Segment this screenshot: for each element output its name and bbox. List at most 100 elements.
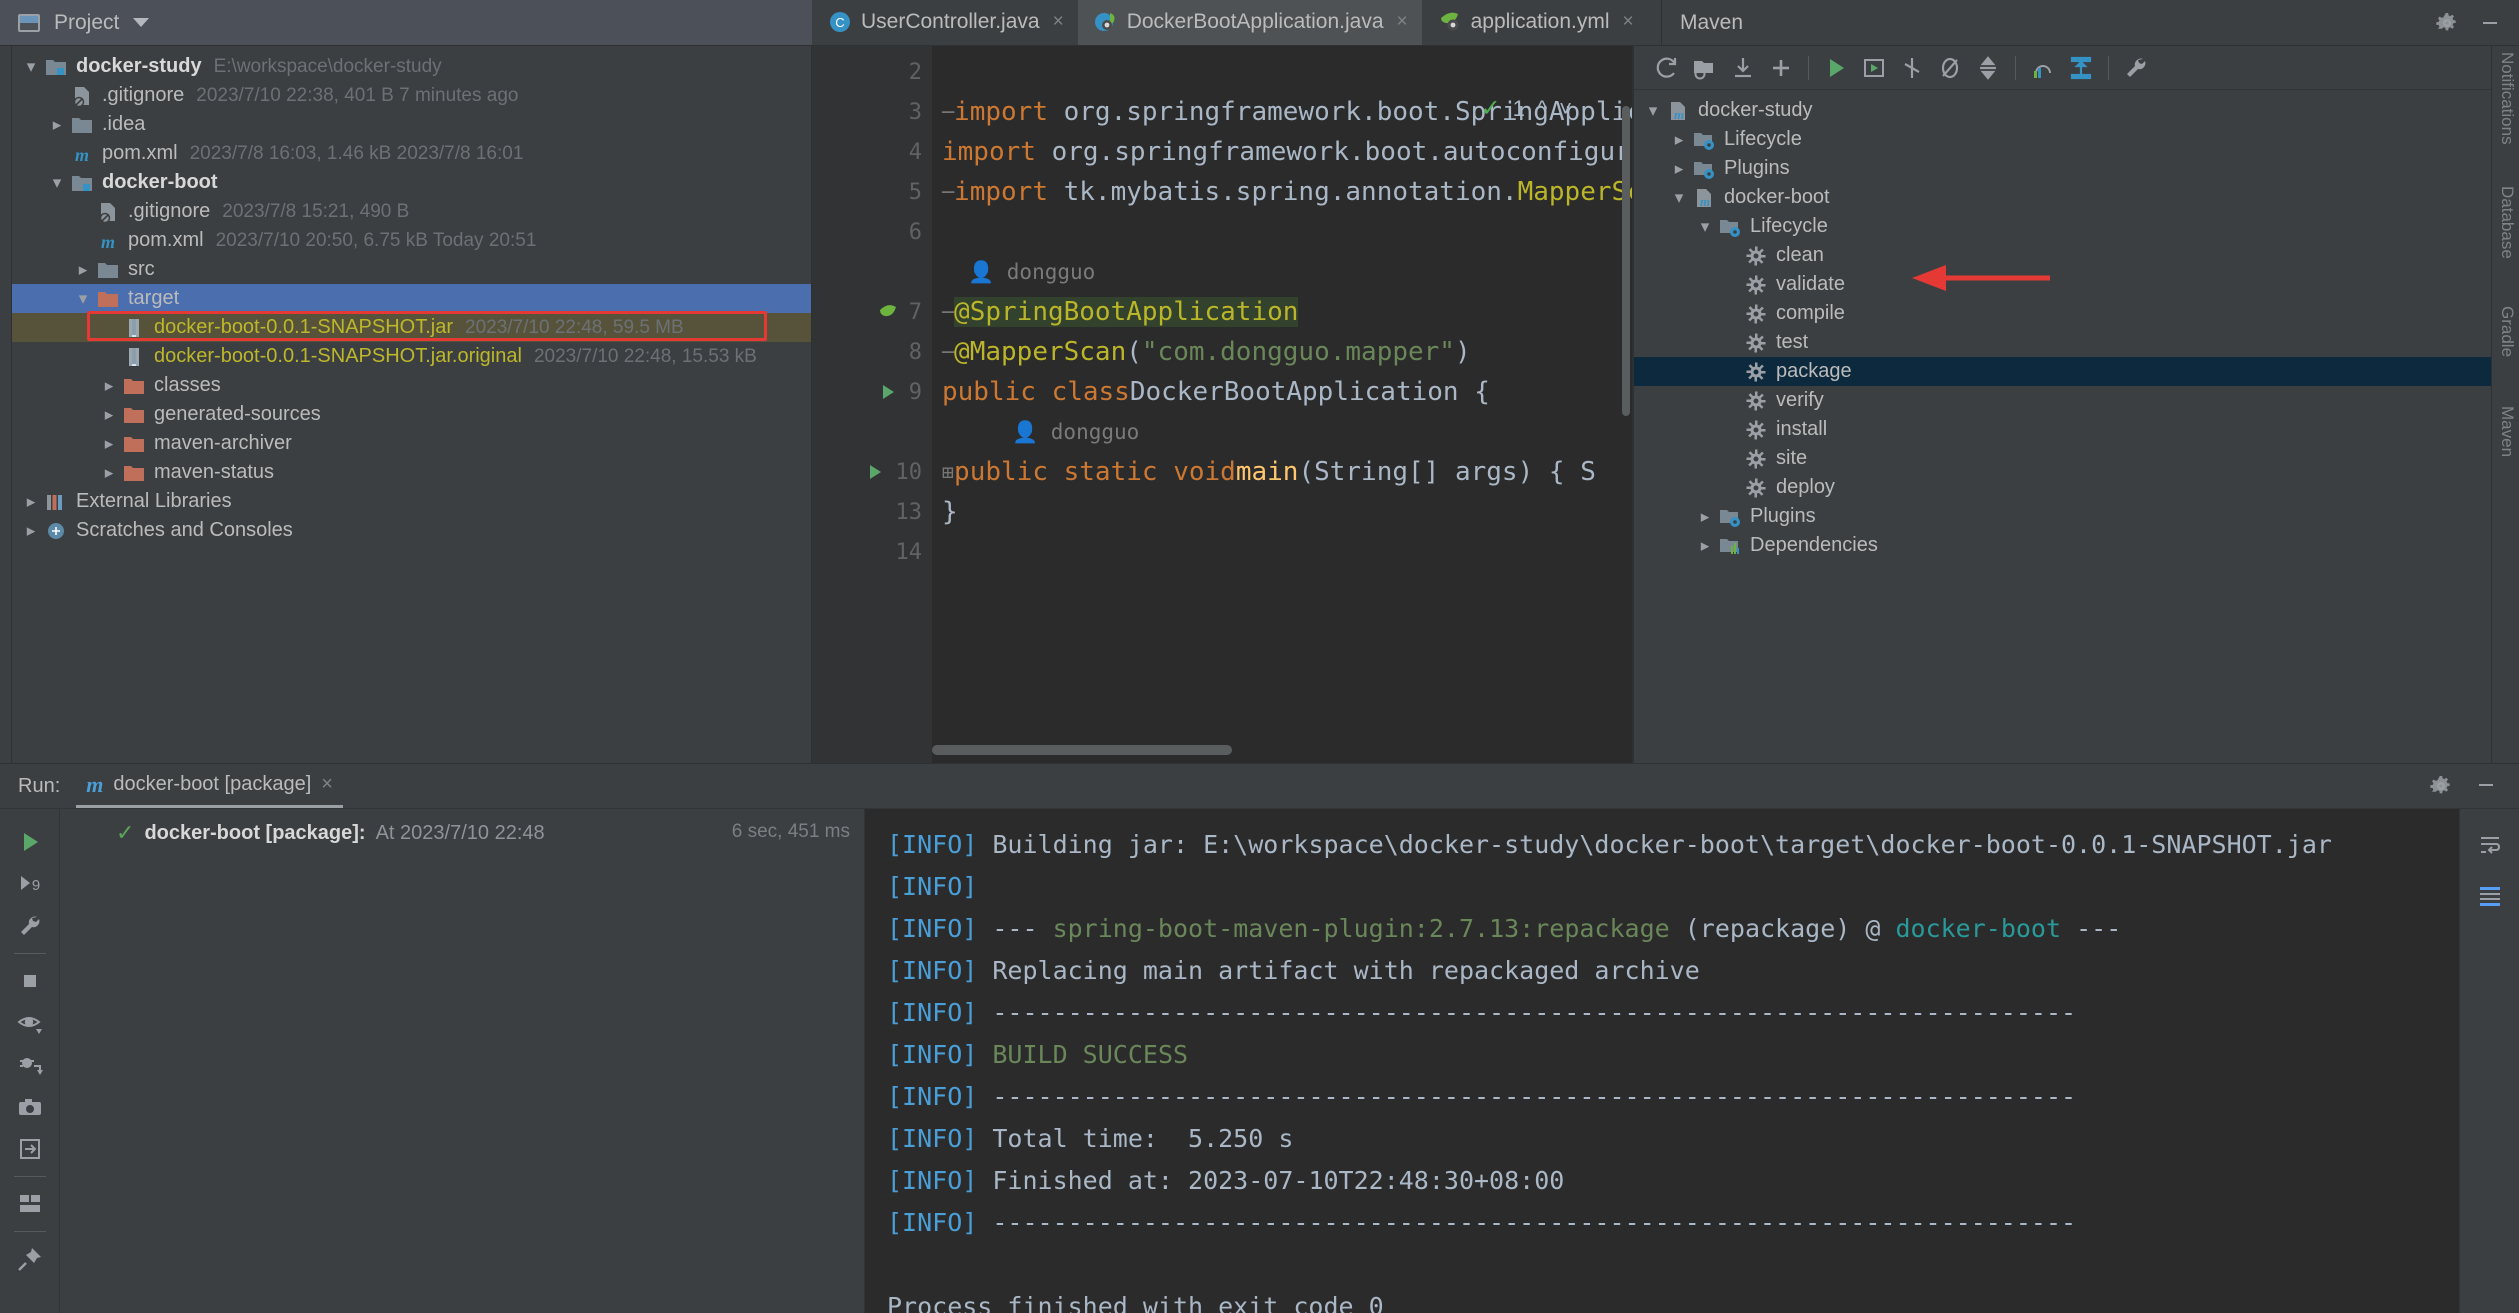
run-gutter-icon[interactable]: [875, 383, 901, 401]
maven-tree-row[interactable]: ▾ m docker-study: [1634, 96, 2491, 125]
maven-toolbar[interactable]: [1634, 46, 2491, 90]
maven-tree-row[interactable]: deploy: [1634, 473, 2491, 502]
maven-row-1-expand-arrow[interactable]: ▸: [1666, 130, 1692, 150]
minimize-icon[interactable]: [2475, 774, 2497, 798]
project-row-4-expand-arrow[interactable]: ▾: [44, 173, 70, 193]
scroll-to-end-button[interactable]: [2469, 875, 2511, 917]
maven-tree-row[interactable]: install: [1634, 415, 2491, 444]
project-row-2-expand-arrow[interactable]: ▸: [44, 115, 70, 135]
editor-tab-usercontroller[interactable]: C UserController.java ×: [812, 0, 1078, 45]
right-strip-item-database[interactable]: Database: [2497, 186, 2517, 259]
pin-button[interactable]: [8, 1238, 52, 1280]
project-row-12-expand-arrow[interactable]: ▸: [96, 405, 122, 425]
maven-tree-row[interactable]: compile: [1634, 299, 2491, 328]
show-dependencies-icon[interactable]: [2024, 51, 2062, 85]
code-line[interactable]: [932, 532, 1632, 572]
generate-sources-icon[interactable]: [1686, 51, 1724, 85]
project-row-14-expand-arrow[interactable]: ▸: [96, 463, 122, 483]
gear-icon[interactable]: [2435, 11, 2459, 35]
project-tree[interactable]: ▾ docker-study E:\workspace\docker-study .g…: [12, 46, 812, 763]
execute-maven-goal-icon[interactable]: [1855, 51, 1893, 85]
maven-tree-row-selected[interactable]: package: [1634, 357, 2491, 386]
code-line[interactable]: 👤 dongguo: [932, 252, 1632, 292]
right-strip-item-gradle[interactable]: Gradle: [2497, 306, 2517, 357]
maven-row-0-expand-arrow[interactable]: ▾: [1640, 101, 1666, 121]
run-result-tree[interactable]: ✓ docker-boot [package]: At 2023/7/10 22…: [60, 809, 865, 1313]
edit-configuration-button[interactable]: [8, 905, 52, 947]
project-row-8-expand-arrow[interactable]: ▾: [70, 289, 96, 309]
maven-tree-row[interactable]: ▸ Plugins: [1634, 502, 2491, 531]
soft-wrap-button[interactable]: [2469, 823, 2511, 865]
maven-tree-row[interactable]: ▸ Dependencies: [1634, 531, 2491, 560]
project-row-7-expand-arrow[interactable]: ▸: [70, 260, 96, 280]
import-tests-button[interactable]: [8, 1128, 52, 1170]
code-line[interactable]: [932, 52, 1632, 92]
editor-code-area[interactable]: ─ import org.springframework.boot.SpringA…: [932, 46, 1632, 763]
add-maven-project-icon[interactable]: [1762, 51, 1800, 85]
project-tree-row[interactable]: m pom.xml 2023/7/8 16:03, 1.46 kB 2023/7/8…: [12, 139, 811, 168]
code-line[interactable]: ─ @MapperScan("com.dongguo.mapper"): [932, 332, 1632, 372]
code-line[interactable]: ─ import tk.mybatis.spring.annotation. Map…: [932, 172, 1632, 212]
code-line[interactable]: public class DockerBootApplication {: [932, 372, 1632, 412]
project-tree-row[interactable]: ▸ .idea: [12, 110, 811, 139]
project-tree-row[interactable]: ▸ maven-status: [12, 458, 811, 487]
editor-vertical-scrollbar[interactable]: [1622, 106, 1630, 416]
project-row-16-expand-arrow[interactable]: ▸: [18, 521, 44, 541]
close-icon[interactable]: ×: [321, 773, 333, 796]
layout-button[interactable]: [8, 1183, 52, 1225]
rerun-failed-tests-button[interactable]: 9: [8, 863, 52, 905]
code-line[interactable]: }: [932, 492, 1632, 532]
project-row-15-expand-arrow[interactable]: ▸: [18, 492, 44, 512]
project-tree-row[interactable]: ▾ docker-study E:\workspace\docker-study: [12, 52, 811, 81]
code-editor[interactable]: 2 3 4 5 6 7 8 9 10 13 14 ─ import org.springframewo…: [812, 46, 1633, 763]
project-row-0-expand-arrow[interactable]: ▾: [18, 57, 44, 77]
maven-tree-row[interactable]: test: [1634, 328, 2491, 357]
code-fold-marker[interactable]: ─: [942, 300, 954, 324]
close-icon[interactable]: ×: [1053, 11, 1064, 33]
gear-icon[interactable]: [2429, 774, 2453, 798]
project-tree-row[interactable]: .gitignore 2023/7/8 15:21, 490 B: [12, 197, 811, 226]
expand-icon[interactable]: [2062, 51, 2100, 85]
maven-tree-row[interactable]: ▾ Lifecycle: [1634, 212, 2491, 241]
project-tree-row[interactable]: ▾ target: [12, 284, 811, 313]
editor-tab-application-yml[interactable]: application.yml ×: [1422, 0, 1648, 45]
maven-tree-row[interactable]: clean: [1634, 241, 2491, 270]
filter-button[interactable]: [8, 1002, 52, 1044]
code-fold-marker[interactable]: ─: [942, 340, 954, 364]
project-tree-row[interactable]: ▸ generated-sources: [12, 400, 811, 429]
maven-tree-row[interactable]: verify: [1634, 386, 2491, 415]
project-tree-row[interactable]: docker-boot-0.0.1-SNAPSHOT.jar 2023/7/10 …: [12, 313, 811, 342]
close-icon[interactable]: ×: [1623, 11, 1634, 33]
code-fold-marker[interactable]: ⊞: [942, 460, 954, 484]
inspections-ok-icon[interactable]: ✓: [1480, 94, 1500, 123]
code-line[interactable]: 👤 dongguo: [932, 412, 1632, 452]
spring-bean-gutter-icon[interactable]: [875, 302, 901, 322]
export-snapshot-button[interactable]: [8, 1086, 52, 1128]
project-row-11-expand-arrow[interactable]: ▸: [96, 376, 122, 396]
code-line[interactable]: ⊞ public static void main(String[] args)…: [932, 452, 1632, 492]
chevron-down-icon[interactable]: [133, 18, 150, 27]
run-maven-goal-icon[interactable]: [1817, 51, 1855, 85]
maven-row-15-expand-arrow[interactable]: ▸: [1692, 536, 1718, 556]
minimize-icon[interactable]: [2479, 12, 2501, 34]
project-tree-row[interactable]: m pom.xml 2023/7/10 20:50, 6.75 kB Today 2…: [12, 226, 811, 255]
reload-all-maven-projects-icon[interactable]: [1648, 51, 1686, 85]
maven-row-14-expand-arrow[interactable]: ▸: [1692, 507, 1718, 527]
maven-tree-row[interactable]: ▸ Plugins: [1634, 154, 2491, 183]
maven-tree-row[interactable]: validate: [1634, 270, 2491, 299]
editor-tab-dockerbootapplication[interactable]: DockerBootApplication.java ×: [1077, 0, 1422, 45]
toggle-auto-test-button[interactable]: [8, 1044, 52, 1086]
maven-tree-row[interactable]: ▾ m docker-boot: [1634, 183, 2491, 212]
run-console-output[interactable]: [INFO] Building jar: E:\workspace\docker…: [865, 809, 2459, 1313]
code-line[interactable]: ─ @SpringBootApplication: [932, 292, 1632, 332]
code-line[interactable]: [932, 212, 1632, 252]
rerun-button[interactable]: [8, 821, 52, 863]
project-tree-row[interactable]: ▸ External Libraries: [12, 487, 811, 516]
maven-row-3-expand-arrow[interactable]: ▾: [1666, 188, 1692, 208]
maven-tree[interactable]: ▾ m docker-study ▸ Lifecycle ▸ Plugins ▾ m docker…: [1634, 90, 2491, 560]
console-sidebar-toolbar[interactable]: [2459, 809, 2519, 1313]
right-strip-item-maven[interactable]: Maven: [2497, 406, 2517, 457]
run-tab-docker-boot-package[interactable]: m docker-boot [package] ×: [76, 764, 343, 808]
code-fold-marker[interactable]: ─: [942, 100, 954, 124]
code-line[interactable]: import org.springframework.boot.autoconf…: [932, 132, 1632, 172]
